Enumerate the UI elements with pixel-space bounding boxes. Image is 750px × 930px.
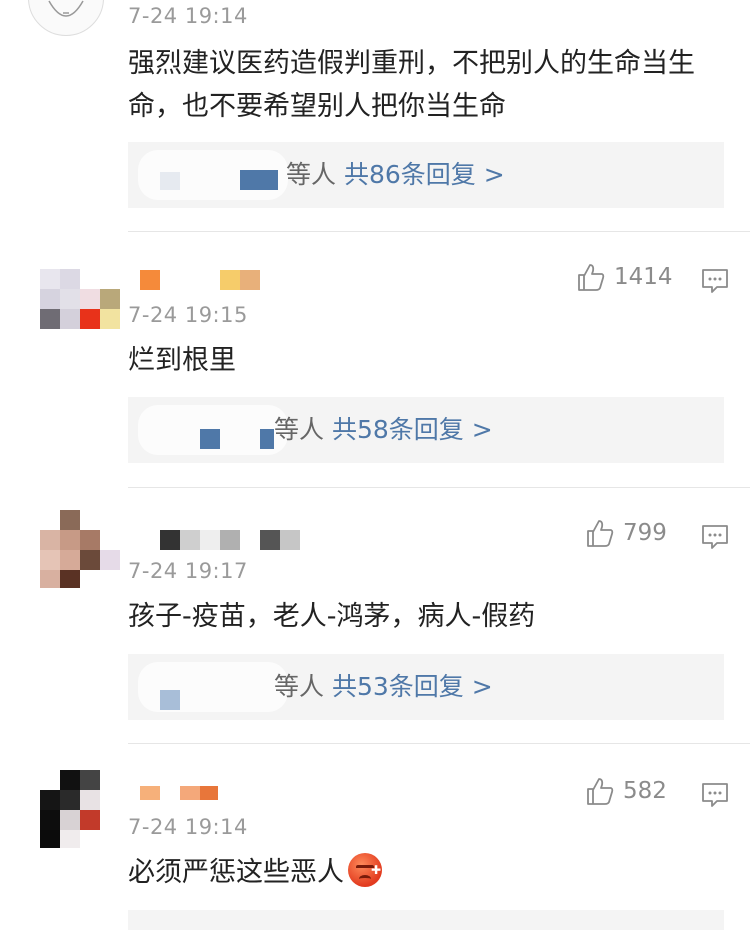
reply-button[interactable] bbox=[700, 266, 730, 296]
mosaic-block bbox=[160, 172, 180, 190]
mosaic-block bbox=[200, 429, 220, 449]
comment-text: 烂到根里 bbox=[128, 345, 236, 376]
like-button[interactable]: 1414 bbox=[576, 262, 673, 292]
comment-text: 必须严惩这些恶人 bbox=[128, 857, 344, 888]
reply-users-suffix: 等人 bbox=[274, 415, 325, 444]
comment-text: 强烈建议医药造假判重刑，不把别人的生命当生命，也不要希望别人把你当生命 bbox=[128, 48, 695, 122]
comment-time: 7-24 19:15 bbox=[128, 303, 248, 327]
comment-time: 7-24 19:14 bbox=[128, 815, 248, 839]
mosaic-block bbox=[260, 429, 274, 449]
thumbs-up-icon bbox=[587, 520, 614, 547]
like-count: 1414 bbox=[614, 264, 673, 290]
comment-bubble-icon bbox=[702, 783, 728, 807]
reply-count-link[interactable]: 共86条回复 > bbox=[344, 160, 505, 189]
comment-bubble-icon bbox=[702, 269, 728, 293]
reply-button[interactable] bbox=[700, 522, 730, 552]
avatar[interactable] bbox=[38, 770, 120, 848]
like-button[interactable]: 799 bbox=[585, 518, 667, 548]
divider bbox=[128, 743, 750, 744]
mosaic-block bbox=[160, 690, 180, 710]
angry-face-emoji: ✚ bbox=[348, 853, 382, 887]
thumbs-up-icon bbox=[587, 778, 614, 805]
avatar[interactable] bbox=[38, 510, 120, 588]
comment-bubble-icon bbox=[702, 525, 728, 549]
reply-preview-box[interactable]: 等人 共53条回复 > bbox=[128, 654, 724, 720]
reply-button[interactable] bbox=[700, 780, 730, 810]
reply-count-link[interactable]: 共53条回复 > bbox=[332, 672, 493, 701]
reply-preview-box bbox=[128, 910, 724, 930]
comment-time: 7-24 19:17 bbox=[128, 559, 248, 583]
comment-text: 孩子-疫苗，老人-鸿茅，病人-假药 bbox=[128, 601, 536, 632]
like-count: 799 bbox=[623, 520, 667, 546]
reply-preview-box[interactable]: 等人 共58条回复 > bbox=[128, 397, 724, 463]
like-count: 582 bbox=[623, 778, 667, 804]
divider bbox=[128, 231, 750, 232]
avatar[interactable] bbox=[28, 0, 104, 36]
mosaic-block bbox=[240, 170, 278, 190]
comment-time: 7-24 19:14 bbox=[128, 4, 248, 28]
reply-users-suffix: 等人 bbox=[274, 672, 325, 701]
avatar-sketch-icon bbox=[48, 0, 84, 17]
reply-preview-box[interactable]: 等人 共86条回复 > bbox=[128, 142, 724, 208]
avatar[interactable] bbox=[38, 266, 120, 330]
divider bbox=[128, 487, 750, 488]
thumbs-up-icon bbox=[578, 264, 605, 291]
reply-users-suffix: 等人 bbox=[286, 160, 337, 189]
like-button[interactable]: 582 bbox=[585, 776, 667, 806]
reply-count-link[interactable]: 共58条回复 > bbox=[332, 415, 493, 444]
